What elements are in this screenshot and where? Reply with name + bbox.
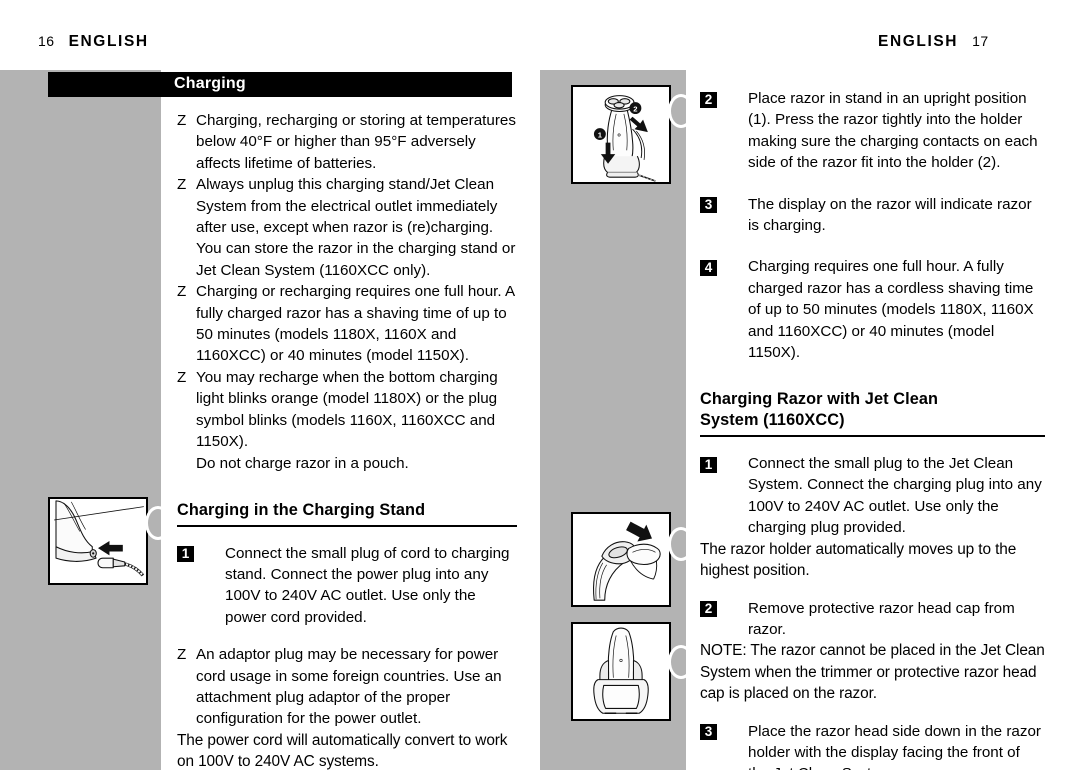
svg-text:2: 2 xyxy=(633,105,637,114)
pouch-note-text: Do not charge razor in a pouch. xyxy=(196,454,409,472)
step-text: The display on the razor will indicate r… xyxy=(748,195,1032,235)
chapter-title: Charging xyxy=(174,75,246,92)
step-text: Charging requires one full hour. A fully… xyxy=(748,258,1034,362)
bullet-marker: Z xyxy=(177,646,187,664)
figure-cord-to-stand xyxy=(48,497,148,585)
numbered-step: 3 Place the razor head side down in the … xyxy=(700,721,1045,770)
bullet-text: Charging, recharging or storing at tempe… xyxy=(196,112,516,172)
numbered-step: 1 Connect the small plug to the Jet Clea… xyxy=(700,453,1045,539)
left-page-text-column: Z Charging, recharging or storing at tem… xyxy=(177,110,517,770)
bullet-marker: Z xyxy=(177,283,187,301)
note-after-step-1: The razor holder automatically moves up … xyxy=(700,540,1017,580)
insert-arrow xyxy=(98,541,123,556)
section-heading-line-1: Charging Razor with Jet Clean xyxy=(700,390,939,409)
page-number-right: 17 xyxy=(972,33,989,49)
running-header-left-page: 16 ENGLISH xyxy=(38,33,149,51)
manual-page-spread: 16 ENGLISH ENGLISH 17 Charging Z Charging,… xyxy=(0,0,1080,770)
cord-to-stand-illustration xyxy=(54,500,145,577)
step-number-badge: 2 xyxy=(700,91,717,108)
step-text: Remove protective razor head cap from ra… xyxy=(748,599,1015,638)
numbered-step: 4 Charging requires one full hour. A ful… xyxy=(700,256,1045,363)
figure-tab-marker xyxy=(668,527,694,561)
right-page-text-column: 2 Place razor in stand in an upright pos… xyxy=(700,88,1045,770)
numbered-step: 3 The display on the razor will indicate… xyxy=(700,194,1045,237)
step-text: Connect the small plug of cord to chargi… xyxy=(225,544,510,626)
step-text: Place the razor head side down in the ra… xyxy=(748,722,1041,770)
bullet-marker: Z xyxy=(177,112,187,129)
section-heading-line-2: System (1160XCC) xyxy=(700,411,845,430)
step-number-badge: 3 xyxy=(700,724,717,741)
step-text: Place razor in stand in an upright posit… xyxy=(748,90,1038,172)
step-number-badge: 3 xyxy=(700,197,717,214)
note-after-step-2: NOTE: The razor cannot be placed in the … xyxy=(700,642,1045,703)
page-number-left: 16 xyxy=(38,33,55,49)
figure-razor-in-stand: 1 2 xyxy=(571,85,671,184)
numbered-step: 2 Place razor in stand in an upright pos… xyxy=(700,88,1045,174)
razor-in-holder-illustration xyxy=(593,627,649,715)
page-language-right: ENGLISH xyxy=(878,33,959,50)
running-header-right-page: ENGLISH 17 xyxy=(878,33,989,51)
figure-razor-in-holder xyxy=(571,622,671,721)
step-number-badge: 2 xyxy=(700,601,717,617)
bullet-item: Z Charging or recharging requires one fu… xyxy=(177,281,517,367)
remove-head-cap-illustration xyxy=(592,521,661,601)
figure-remove-head-cap xyxy=(571,512,671,607)
closing-note-text: The power cord will automatically conver… xyxy=(177,731,508,770)
chapter-title-bar: Charging xyxy=(48,72,512,97)
bullet-item: Z Charging, recharging or storing at tem… xyxy=(177,110,517,174)
figure-tab-marker xyxy=(145,506,171,540)
bullet-item: Z You may recharge when the bottom charg… xyxy=(177,367,517,453)
bullet-marker: Z xyxy=(177,176,187,194)
bullet-text: You may recharge when the bottom chargin… xyxy=(196,368,498,451)
svg-text:1: 1 xyxy=(598,130,603,139)
section-heading-jet-clean: Charging Razor with Jet Clean System (11… xyxy=(700,389,1045,431)
bullet-item: Z Always unplug this charging stand/Jet … xyxy=(177,174,517,281)
figure-tab-marker xyxy=(668,94,694,128)
numbered-step: 1 Connect the small plug of cord to char… xyxy=(177,543,517,629)
figure-tab-marker xyxy=(668,645,694,679)
section-heading-charging-stand: Charging in the Charging Stand xyxy=(177,500,426,519)
step-number-badge: 1 xyxy=(700,456,717,473)
step-number-badge: 4 xyxy=(700,259,717,276)
razor-in-stand-illustration: 1 2 xyxy=(593,95,656,182)
bullet-text: Charging or recharging requires one full… xyxy=(196,283,515,365)
step-text: Connect the small plug to the Jet Clean … xyxy=(748,455,1042,537)
gray-band-left xyxy=(0,70,161,770)
bullet-text: Always unplug this charging stand/Jet Cl… xyxy=(196,176,516,279)
numbered-step: 2 Remove protective razor head cap from … xyxy=(700,598,1045,641)
step-number-badge: 1 xyxy=(177,546,194,562)
page-language-left: ENGLISH xyxy=(68,33,149,50)
bullet-marker: Z xyxy=(177,368,187,386)
callout-arrow-2: 2 xyxy=(629,102,648,133)
bullet-text: An adaptor plug may be necessary for pow… xyxy=(196,646,502,728)
bullet-item: Z An adaptor plug may be necessary for p… xyxy=(177,644,517,730)
